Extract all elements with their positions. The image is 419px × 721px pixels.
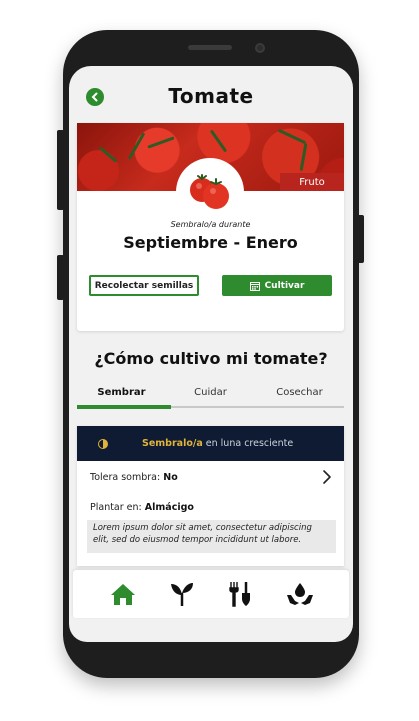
- planting-method-row: Plantar en: Almácigo: [90, 502, 194, 513]
- chevron-right-icon[interactable]: [320, 469, 334, 485]
- phone-side-button: [57, 255, 64, 300]
- phone-speaker: [188, 45, 232, 50]
- collect-seeds-button[interactable]: Recolectar semillas: [89, 275, 199, 296]
- tomato-image: [176, 158, 244, 226]
- shade-tolerance-row: Tolera sombra: No: [90, 472, 178, 483]
- phone-camera: [255, 43, 265, 53]
- sowing-season: Septiembre - Enero: [123, 233, 298, 252]
- watering-icon: [286, 583, 313, 605]
- shade-value: No: [163, 472, 178, 483]
- active-tab-indicator: [77, 405, 171, 409]
- plant-card: Fruto Sembralo/a durante Septiembre - En…: [77, 123, 344, 331]
- note-text: Lorem ipsum dolor sit amet, consectetur …: [87, 520, 336, 553]
- tomato-icon: [190, 174, 229, 209]
- sowing-info-card: Sembralo/a en luna cresciente Tolera som…: [77, 426, 344, 566]
- page-title: Tomate: [168, 84, 254, 108]
- moon-phase-highlight: Sembralo/a: [142, 438, 203, 449]
- bottom-navigation: [73, 570, 349, 618]
- plant-value: Almácigo: [144, 502, 194, 513]
- app-screen: Tomate Fruto Sembralo/a durante Septiemb…: [69, 66, 353, 642]
- calendar-icon: [249, 281, 260, 291]
- cultivate-button[interactable]: Cultivar: [222, 275, 332, 296]
- moon-phase-rest: en luna cresciente: [205, 438, 294, 449]
- moon-phase-banner: Sembralo/a en luna cresciente: [77, 426, 344, 461]
- garden-tools-icon: [228, 582, 250, 607]
- category-tag: Fruto: [280, 173, 344, 191]
- sprout-icon: [170, 583, 193, 606]
- home-icon: [110, 584, 135, 605]
- nav-item-home[interactable]: [108, 579, 138, 609]
- nav-item-tools[interactable]: [226, 579, 256, 609]
- sow-during-label: Sembralo/a durante: [170, 220, 251, 229]
- nav-item-care[interactable]: [285, 579, 315, 609]
- phone-side-button: [57, 130, 64, 210]
- shade-label: Tolera sombra:: [90, 472, 161, 483]
- moon-icon: [98, 438, 108, 449]
- phone-side-button: [357, 215, 364, 263]
- cultivate-label: Cultivar: [264, 280, 305, 291]
- moon-phase-text: Sembralo/a en luna cresciente: [142, 438, 293, 449]
- section-heading: ¿Cómo cultivo mi tomate?: [94, 349, 328, 368]
- nav-item-plants[interactable]: [167, 579, 197, 609]
- plant-label: Plantar en:: [90, 502, 142, 513]
